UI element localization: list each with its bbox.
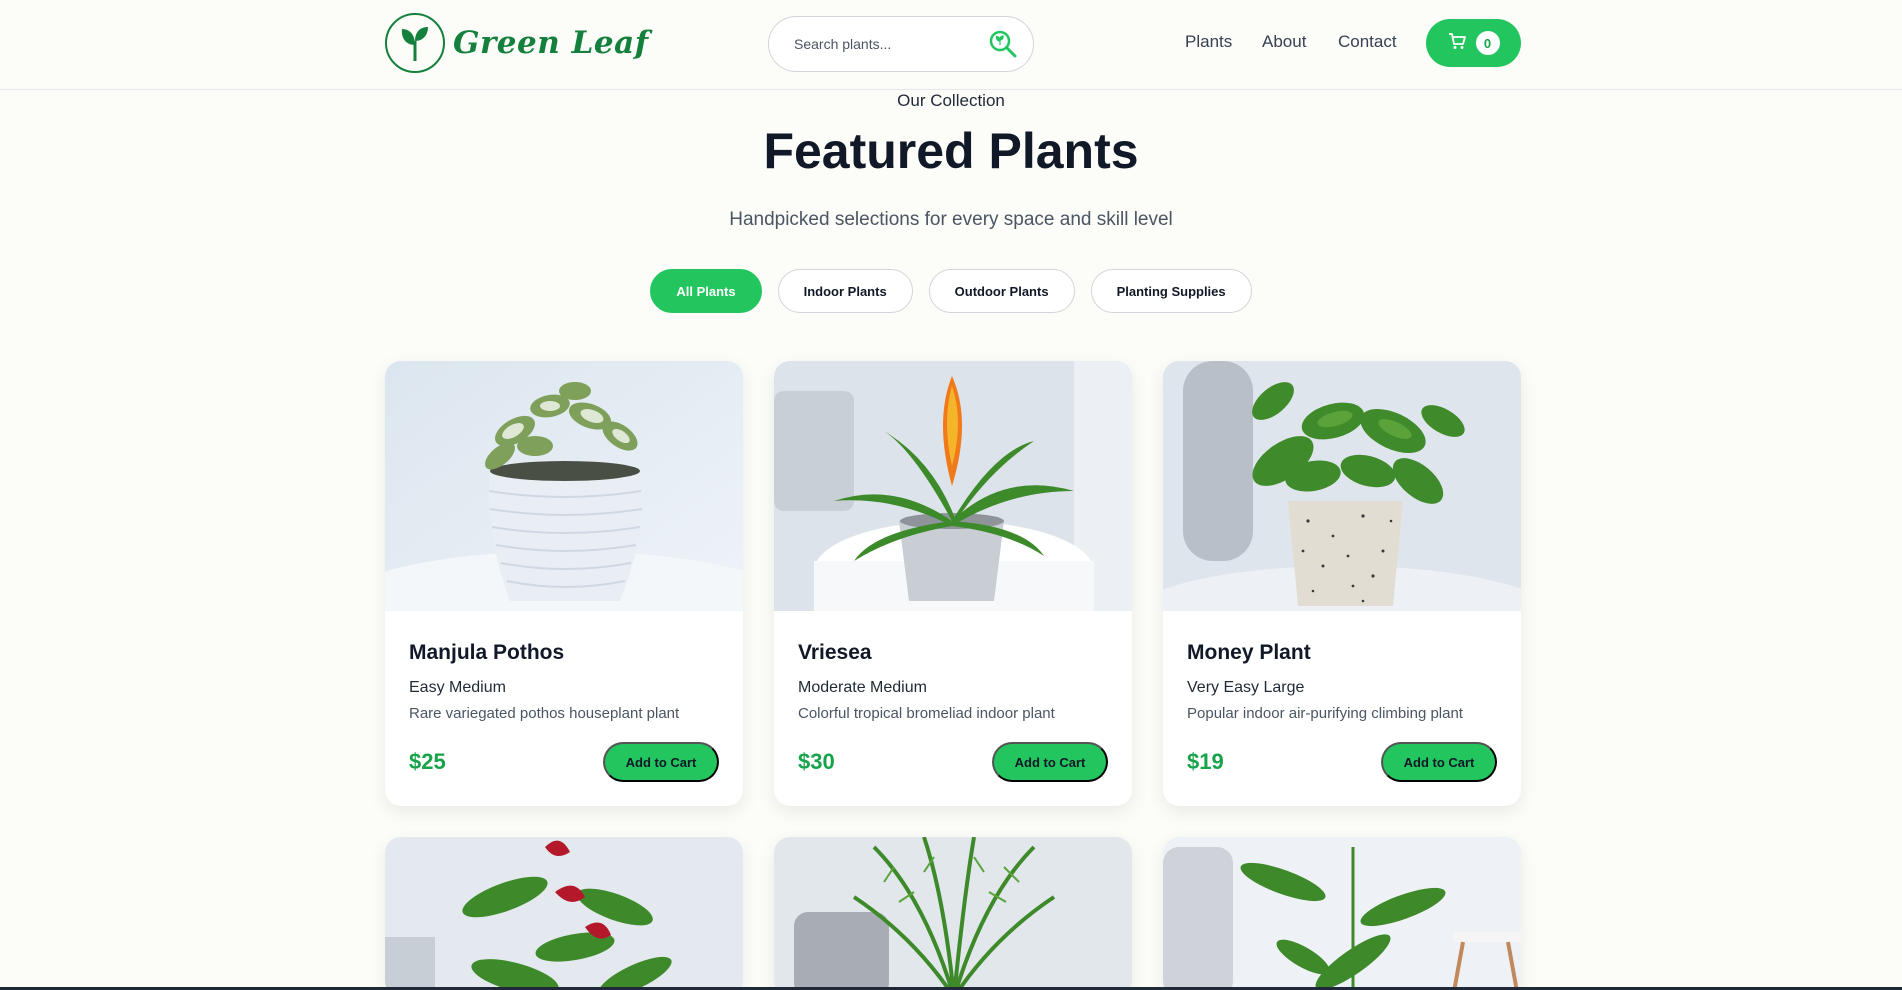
search-icon[interactable]	[987, 28, 1019, 60]
product-description: Colorful tropical bromeliad indoor plant	[798, 705, 1055, 722]
product-image	[774, 837, 1132, 990]
product-card[interactable]	[774, 837, 1132, 990]
product-meta: Very Easy Large	[1187, 679, 1305, 696]
product-image	[1163, 837, 1521, 990]
product-price: $30	[798, 749, 835, 774]
section-eyebrow: Our Collection	[897, 91, 1005, 110]
filter-indoor-plants[interactable]: Indoor Plants	[777, 269, 913, 313]
add-to-cart-button[interactable]: Add to Cart	[1381, 742, 1497, 782]
product-card[interactable]	[385, 837, 743, 990]
product-price: $25	[409, 749, 446, 774]
site-header: Green Leaf Plants About Contact 0	[0, 0, 1902, 90]
leaf-icon	[385, 13, 445, 73]
product-price: $19	[1187, 749, 1224, 774]
filter-planting-supplies[interactable]: Planting Supplies	[1090, 269, 1252, 313]
product-meta: Easy Medium	[409, 679, 506, 696]
product-meta: Moderate Medium	[798, 679, 927, 696]
nav-contact[interactable]: Contact	[1338, 32, 1397, 52]
product-name: Vriesea	[798, 641, 872, 664]
product-name: Money Plant	[1187, 641, 1311, 664]
search-box[interactable]	[768, 16, 1034, 72]
nav-plants[interactable]: Plants	[1185, 32, 1232, 52]
product-card[interactable]: Money Plant Very Easy Large Popular indo…	[1163, 361, 1521, 806]
cart-button[interactable]: 0	[1426, 19, 1521, 67]
product-image	[385, 837, 743, 990]
logo[interactable]: Green Leaf	[385, 13, 649, 73]
product-image	[1163, 361, 1521, 611]
nav-about[interactable]: About	[1262, 32, 1306, 52]
product-card[interactable]	[1163, 837, 1521, 990]
product-name: Manjula Pothos	[409, 641, 565, 664]
filter-all-plants[interactable]: All Plants	[650, 269, 762, 313]
cart-count-badge: 0	[1475, 31, 1500, 55]
filter-tabs: All Plants Indoor Plants Outdoor Plants …	[0, 269, 1902, 313]
product-image	[774, 361, 1132, 611]
brand-name: Green Leaf	[453, 25, 649, 61]
add-to-cart-button[interactable]: Add to Cart	[603, 742, 719, 782]
add-to-cart-button[interactable]: Add to Cart	[992, 742, 1108, 782]
product-card[interactable]: Vriesea Moderate Medium Colorful tropica…	[774, 361, 1132, 806]
product-description: Rare variegated pothos houseplant plant	[409, 705, 680, 722]
filter-outdoor-plants[interactable]: Outdoor Plants	[928, 269, 1075, 313]
search-input[interactable]	[794, 36, 974, 52]
product-description: Popular indoor air-purifying climbing pl…	[1187, 705, 1463, 722]
product-image	[385, 361, 743, 611]
page-subtitle: Handpicked selections for every space an…	[729, 209, 1173, 230]
page-title: Featured Plants	[763, 123, 1139, 179]
product-card[interactable]: Manjula Pothos Easy Medium Rare variegat…	[385, 361, 743, 806]
cart-icon	[1448, 32, 1466, 55]
